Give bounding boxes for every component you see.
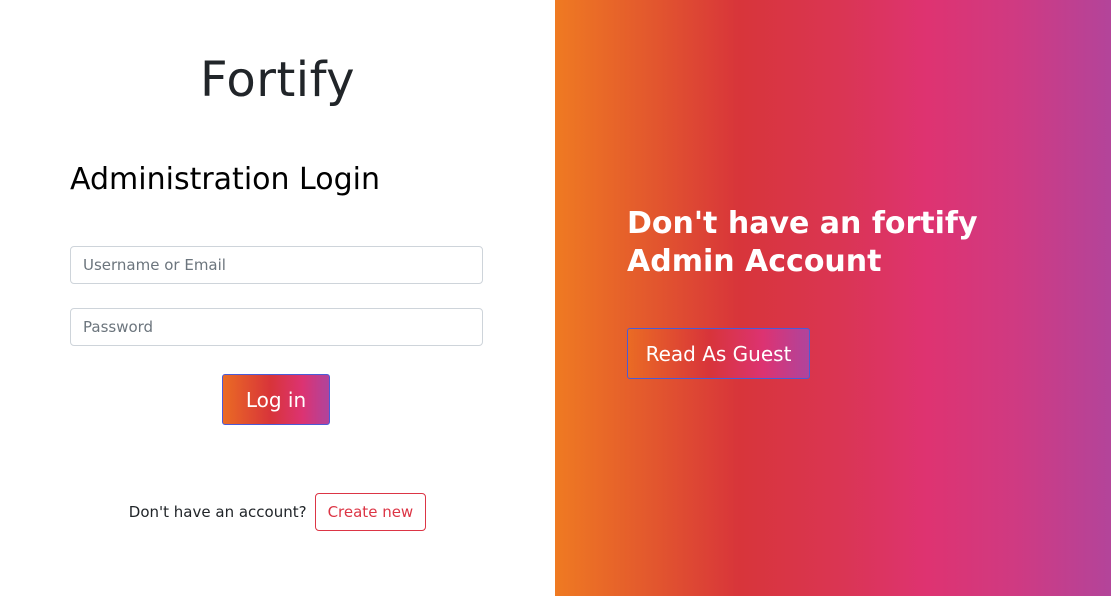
guest-panel: Don't have an fortify Admin Account Read… [555,0,1111,596]
password-input[interactable] [70,308,483,346]
signup-prompt: Don't have an account? [128,503,307,521]
brand-title: Fortify [199,52,356,108]
login-heading: Administration Login [70,162,380,197]
create-account-button[interactable]: Create new [314,493,427,531]
read-as-guest-button[interactable]: Read As Guest [627,328,810,379]
username-input[interactable] [70,246,483,284]
signup-row: Don't have an account? Create new [0,493,555,531]
login-page: Fortify Administration Login Log in Don'… [0,0,1111,596]
login-panel: Fortify Administration Login Log in Don'… [0,0,555,596]
guest-heading: Don't have an fortify Admin Account [627,206,978,279]
login-button[interactable]: Log in [222,374,330,425]
